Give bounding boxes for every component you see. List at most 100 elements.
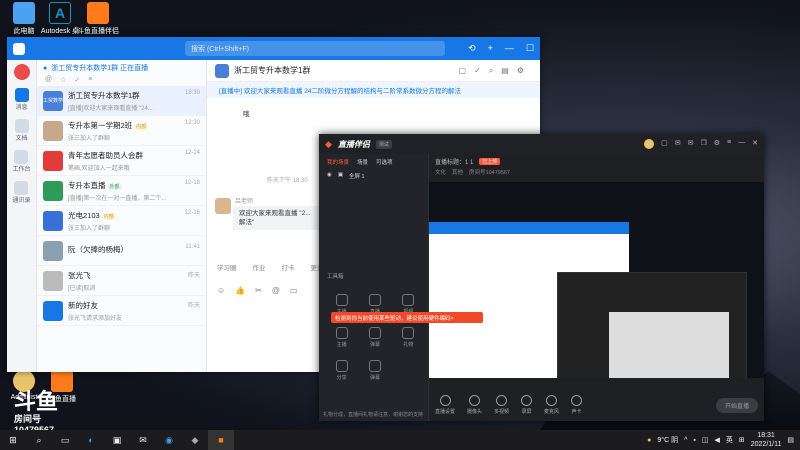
ime-icon[interactable]: ⊞ [739,436,745,444]
weather-text[interactable]: 9°C 阴 [657,435,678,445]
copy-icon[interactable]: ❐ [700,139,706,149]
start-button[interactable]: ⊞ [0,430,26,450]
tool-tab-homework[interactable]: 作业 [253,262,266,272]
conversation-time: 昨天 [187,272,200,279]
chat-icon[interactable]: ✉ [675,139,681,149]
tray-chevron-icon[interactable]: ^ [684,437,687,444]
taskbar-dingtalk[interactable]: ◉ [156,430,182,450]
rail-label: 工作台 [12,167,31,173]
search-input[interactable]: 搜索 (Ctrl+Shift+F) [185,41,445,56]
conversation-item[interactable]: 专升本第一学期2班 内部 12:30 张三加入了群聊 [37,116,206,146]
start-live-button[interactable]: 开始直播 [715,397,758,413]
system-tray: ● 9°C 阴 ^ ▪ ◫ ◀ 英 ⊞ 18:31 2022/1/11 ▤ [647,431,800,449]
tab-my-scenes[interactable]: 我的场景 [327,158,349,166]
multi-video-icon [496,395,508,406]
star-icon[interactable]: ☆ [60,76,66,86]
network-icon[interactable]: ◫ [702,436,709,444]
minimize-icon[interactable]: — [505,43,514,54]
lock-icon[interactable]: ▣ [338,172,343,180]
menu-icon[interactable]: ≡ [88,76,92,86]
sound-card-button[interactable]: 声卡 [571,395,583,415]
clock[interactable]: 18:31 2022/1/11 [751,431,782,449]
chat-message-live[interactable]: 欢迎大家来观看直播 "2... 解法" [233,206,333,230]
tray-app-icon[interactable]: ▪ [693,437,695,444]
share-icon [335,360,348,372]
volume-icon[interactable]: ◀ [714,436,719,444]
desktop-icon-label: Autodesk 桌 [40,28,80,35]
tab-scenes[interactable]: 场景 [357,158,368,166]
conversation-item[interactable]: 青年志愿者助员人会群 12-24 笔画,欢迎加入一起来哦 [37,146,206,176]
conversation-item[interactable]: 阮（欠捧的杨梅） 11:41 [37,236,206,266]
taskbar-app[interactable]: ◆ [182,430,208,450]
tool-label: 分享 [336,375,347,381]
chat-message: 哦 [243,111,250,118]
ime-language[interactable]: 英 [726,435,733,445]
add-icon[interactable]: + [488,43,493,54]
screen-record-button[interactable]: 录屏 [521,395,533,415]
tool-share[interactable]: 分享 [325,360,358,381]
user-avatar[interactable] [644,139,655,149]
tool-tab-checkin[interactable]: 打卡 [282,262,295,272]
taskbar-search[interactable]: ⌕ [26,430,52,450]
sender-avatar[interactable] [215,198,231,214]
rail-item-messages[interactable]: 消息 [14,88,29,111]
maximize-icon[interactable]: ☐ [526,43,534,54]
multi-video-button[interactable]: 多视频 [494,395,509,415]
at-icon[interactable]: @ [45,76,52,86]
rail-item-docs[interactable]: 文档 [14,119,29,142]
live-now-header[interactable]: ● 浙工贸专升本数学1群 正在直播 [37,60,206,76]
minimize-icon[interactable]: — [738,139,745,149]
live-banner[interactable]: [直播中] 欢迎大家来观看直播 24二阶微分方程解的结构与二阶常系数微分方程的解… [207,82,540,98]
tool-host[interactable]: 主播 [325,327,358,348]
notification-icon[interactable]: ▤ [787,436,794,444]
conversation-item[interactable]: 工贸数学 浙工贸专升本数学1群 18:30 [直播]欢迎大家来观看直播 "24... [37,86,206,116]
check-icon[interactable]: ✓ [74,76,80,86]
taskbar-mail[interactable]: ✉ [130,430,156,450]
tool-label: 弹幕 [369,375,380,381]
scene-panel: 我的场景 场景 可选项 ◉ ▣ 全屏 1 工具箱 主播 直播 视频 主播 弹幕 … [319,154,429,421]
rail-item-contacts[interactable]: 通讯录 [12,181,31,204]
room-title: 直播标题：1 1 [435,159,474,166]
conversation-body: 阮（欠捧的杨梅） 11:41 [68,244,200,257]
history-icon[interactable]: ⟲ [468,43,476,54]
hardware-encoding-toast[interactable]: 检测到你当前使用某些驱动，建议使用硬件编码× [331,312,483,323]
taskbar-edge[interactable]: ◐ [78,430,104,450]
mail-icon[interactable]: ✉ [688,139,694,149]
room-category[interactable]: 文化 [435,168,446,178]
scissors-icon[interactable]: ✂ [255,286,262,295]
settings-icon[interactable]: ⚙ [714,139,720,149]
emoji-icon[interactable]: ☺ [217,286,225,295]
at-icon[interactable]: @ [272,286,280,295]
screen-preview[interactable] [429,182,764,378]
microphone-button[interactable]: 麦克风 [544,395,559,415]
conversation-item[interactable]: 张光飞 昨天 [已读]取消 [37,266,206,296]
taskbar-taskview[interactable]: ▭ [52,430,78,450]
tool-danmaku-2[interactable]: 弹幕 [358,360,391,381]
scene-item[interactable]: ◉ ▣ 全屏 1 [319,170,428,182]
tool-gift[interactable]: 礼物 [392,327,425,348]
eye-icon[interactable]: ◉ [327,172,332,180]
conversation-item[interactable]: 光电2103 内部 12-16 张三加入了群聊 [37,206,206,236]
camera-button[interactable]: 摄像头 [467,395,482,415]
tool-tab-study[interactable]: 学习圈 [217,262,237,272]
conversation-item[interactable]: 新的好友 昨天 张光飞请求添加好友 [37,296,206,326]
taskbar-store[interactable]: ▣ [104,430,130,450]
chat-header-icons[interactable]: ▢✓⌕▤⚙ [459,66,532,76]
avatar[interactable] [13,64,30,80]
room-subcategory[interactable]: 其他 [452,168,463,178]
desktop-icon-douyu[interactable]: 斗鱼直播伴侣 [76,2,120,36]
folder-icon[interactable]: ▭ [290,286,298,295]
tool-label: 弹幕 [369,342,380,348]
tool-danmaku[interactable]: 弹幕 [358,327,391,348]
live-settings-button[interactable]: 直播设置 [435,395,455,415]
menu-icon[interactable]: ≡ [727,139,731,149]
conversation-item[interactable]: 专升本直播 外部 12-18 [直播]第一次在一对一直播，第二个... [37,176,206,206]
taskbar-douyu[interactable]: ■ [208,430,234,450]
thumbs-up-icon[interactable]: 👍 [235,286,245,295]
tab-options[interactable]: 可选项 [376,158,393,166]
screen-icon[interactable]: ▢ [661,139,668,149]
close-icon[interactable]: ✕ [752,139,758,149]
conversation-name: 专升本第一学期2班 内部 [68,120,149,130]
rail-item-workbench[interactable]: 工作台 [12,150,31,173]
live-banner-text: [直播中] 欢迎大家来观看直播 24二阶微分方程解的结构与二阶常系数微分方程的解… [219,88,461,95]
